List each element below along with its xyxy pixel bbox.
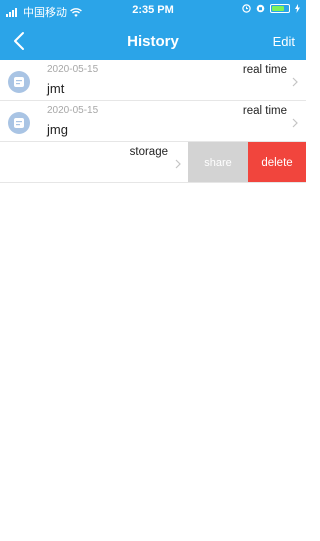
history-item-swiped: storage share delete: [0, 142, 306, 183]
record-name: jmg: [47, 122, 68, 137]
page-title: History: [127, 33, 179, 50]
battery-level: [272, 6, 284, 11]
swiped-item-content[interactable]: storage: [0, 142, 188, 182]
record-date: 2020-05-15: [47, 64, 99, 75]
orientation-lock-icon: [256, 4, 265, 13]
status-bar-right: [242, 4, 300, 13]
record-type: real time: [242, 105, 287, 117]
edit-button[interactable]: Edit: [273, 34, 295, 49]
delete-button[interactable]: delete: [248, 142, 306, 182]
document-icon: [14, 118, 24, 128]
history-list: 2020-05-15 jmt real time 2020-05-15 jmg …: [0, 60, 306, 183]
chevron-right-icon: [292, 118, 298, 128]
chevron-right-icon: [175, 159, 181, 169]
battery-icon: [270, 4, 290, 13]
record-date: 2020-05-15: [47, 105, 99, 116]
record-name: jmt: [47, 81, 65, 96]
history-item[interactable]: 2020-05-15 jmg real time: [0, 101, 306, 142]
chevron-right-icon: [292, 77, 298, 87]
history-item[interactable]: 2020-05-15 jmt real time: [0, 60, 306, 101]
record-type: storage: [129, 146, 168, 158]
record-icon: [8, 112, 30, 134]
alarm-icon: [242, 4, 251, 13]
share-button[interactable]: share: [188, 142, 248, 182]
charging-icon: [295, 4, 300, 13]
status-bar: 中国移动 2:35 PM: [0, 0, 306, 22]
record-icon: [8, 71, 30, 93]
document-icon: [14, 77, 24, 87]
nav-bar: History Edit: [0, 22, 306, 60]
record-type: real time: [242, 64, 287, 76]
